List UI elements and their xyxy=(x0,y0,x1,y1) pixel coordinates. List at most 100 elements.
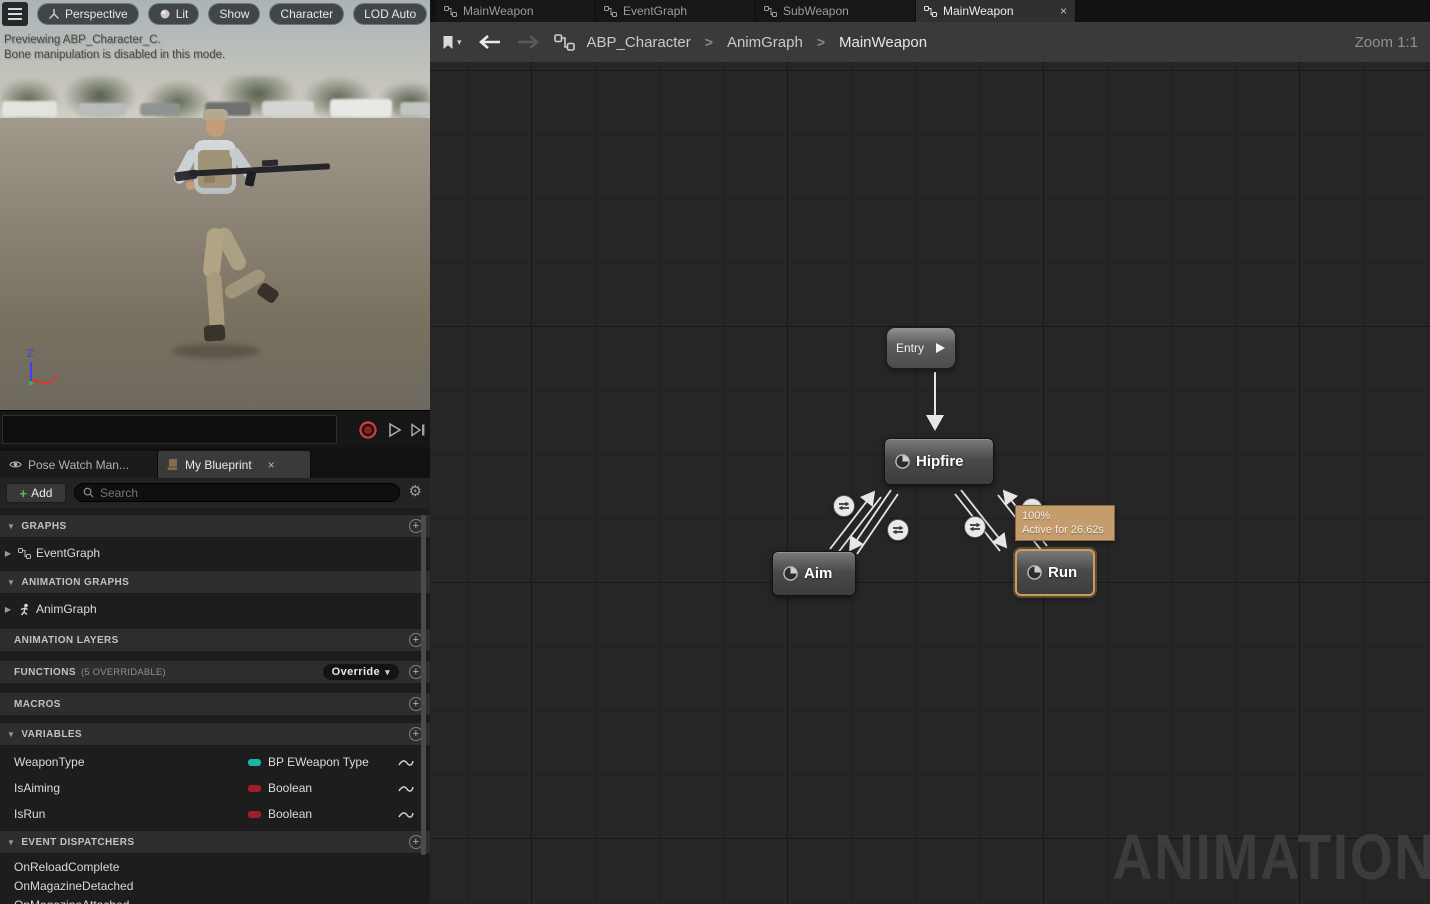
preview-viewport[interactable]: Previewing ABP_Character_C. Bone manipul… xyxy=(0,0,430,410)
preview-warning-text: Previewing ABP_Character_C. Bone manipul… xyxy=(4,33,225,63)
section-animation-graphs[interactable]: ▼ ANIMATION GRAPHS xyxy=(0,571,430,593)
animation-layers-header-label: ANIMATION LAYERS xyxy=(14,634,119,646)
play-button[interactable] xyxy=(385,421,403,439)
axis-x-label: X xyxy=(52,372,60,384)
tree-item-eventgraph[interactable]: ▶ EventGraph xyxy=(0,541,430,565)
timeline-scrubber[interactable] xyxy=(2,415,337,444)
pose-watch-icon xyxy=(9,461,22,468)
tab-pose-watch-manager[interactable]: Pose Watch Man... xyxy=(0,451,158,478)
step-forward-button[interactable] xyxy=(409,421,427,439)
viewport-menu-button[interactable] xyxy=(2,2,28,26)
section-functions[interactable]: FUNCTIONS (5 OVERRIDABLE) Override ▾ + xyxy=(0,661,430,683)
tab-my-blueprint-label: My Blueprint xyxy=(185,457,252,472)
close-icon[interactable]: × xyxy=(1060,4,1067,18)
section-animation-layers[interactable]: ANIMATION LAYERS + xyxy=(0,629,430,651)
variable-row-isrun[interactable]: IsRun Boolean xyxy=(0,801,430,827)
state-icon xyxy=(1027,565,1042,580)
collapse-arrow-icon[interactable]: ▼ xyxy=(7,578,15,587)
character-button[interactable]: Character xyxy=(269,3,345,25)
variable-type-label: BP EWeapon Type xyxy=(268,755,369,769)
breadcrumb-mainweapon[interactable]: MainWeapon xyxy=(839,34,927,51)
expand-arrow-icon[interactable]: ▶ xyxy=(3,549,13,558)
transition-rule-icon[interactable] xyxy=(833,495,855,517)
forward-button[interactable] xyxy=(516,34,540,50)
override-dropdown[interactable]: Override ▾ xyxy=(322,664,399,680)
breadcrumb-abp-character[interactable]: ABP_Character xyxy=(587,34,691,51)
close-icon[interactable]: × xyxy=(268,458,275,472)
doc-tab-label: MainWeapon xyxy=(943,4,1014,18)
collapse-arrow-icon[interactable]: ▼ xyxy=(7,838,15,847)
blueprint-book-icon xyxy=(167,459,177,470)
state-machine-canvas[interactable]: ANIMATION Entry Hipfire Aim Run 100% Act… xyxy=(430,22,1430,904)
graph-node-run[interactable]: Run xyxy=(1015,549,1095,596)
functions-header-label: FUNCTIONS xyxy=(14,666,76,678)
variable-row-weapontype[interactable]: WeaponType BP EWeapon Type xyxy=(0,749,430,775)
search-icon xyxy=(83,487,94,498)
tooltip-weight: 100% xyxy=(1022,510,1051,522)
add-button[interactable]: + Add xyxy=(6,483,66,503)
entry-output-pin-icon[interactable] xyxy=(935,342,946,354)
graph-breadcrumb-bar: ▾ ABP_Character > AnimGraph > MainWeapon… xyxy=(430,22,1430,62)
tree-item-animgraph[interactable]: ▶ AnimGraph xyxy=(0,597,430,621)
graph-node-hipfire[interactable]: Hipfire xyxy=(884,438,994,485)
state-icon xyxy=(783,566,798,581)
show-button[interactable]: Show xyxy=(208,3,261,25)
tab-my-blueprint[interactable]: My Blueprint × xyxy=(158,451,311,478)
graph-node-aim[interactable]: Aim xyxy=(772,551,856,596)
event-dispatcher-row[interactable]: OnMagazineDetached xyxy=(0,876,430,895)
graph-node-entry[interactable]: Entry xyxy=(886,327,956,369)
sidebar-tab-bar: Pose Watch Man... My Blueprint × xyxy=(0,447,430,478)
section-event-dispatchers[interactable]: ▼ EVENT DISPATCHERS + xyxy=(0,831,430,853)
timeline-bar xyxy=(0,410,430,447)
lit-button[interactable]: Lit xyxy=(147,3,200,25)
zoom-level-label: Zoom 1:1 xyxy=(1354,33,1418,51)
graph-icon xyxy=(553,33,575,52)
search-input[interactable] xyxy=(100,485,391,500)
state-icon xyxy=(895,454,910,469)
doc-tab-mainweapon-active[interactable]: MainWeapon × xyxy=(916,0,1076,22)
event-dispatcher-row[interactable]: OnReloadComplete xyxy=(0,857,430,876)
breadcrumb-animgraph[interactable]: AnimGraph xyxy=(727,34,803,51)
section-variables[interactable]: ▼ VARIABLES + xyxy=(0,723,430,745)
doc-tab-subweapon[interactable]: SubWeapon xyxy=(756,0,916,22)
collapse-arrow-icon[interactable]: ▼ xyxy=(7,522,15,531)
character-label: Character xyxy=(280,7,334,21)
perspective-button[interactable]: Perspective xyxy=(37,3,139,25)
section-macros[interactable]: MACROS + xyxy=(0,693,430,715)
dispatcher-label: OnReloadComplete xyxy=(14,859,120,874)
entry-node-label: Entry xyxy=(896,341,925,355)
section-graphs[interactable]: ▼ GRAPHS + xyxy=(0,515,430,537)
perspective-icon xyxy=(49,9,59,19)
variable-type-label: Boolean xyxy=(268,807,313,821)
variable-row-isaiming[interactable]: IsAiming Boolean xyxy=(0,775,430,801)
gear-icon[interactable]: ⚙ xyxy=(409,482,422,500)
override-label: Override xyxy=(331,666,381,678)
variables-header-label: VARIABLES xyxy=(21,728,82,740)
document-tab-bar: MainWeapon EventGraph SubWeapon MainWeap… xyxy=(430,0,1430,22)
doc-tab-mainweapon-1[interactable]: MainWeapon xyxy=(436,0,596,22)
sidebar-scrollbar[interactable] xyxy=(421,515,426,855)
doc-tab-label: SubWeapon xyxy=(783,4,849,18)
transition-rule-icon[interactable] xyxy=(887,519,909,541)
graph-tab-icon xyxy=(924,5,937,17)
variable-wave-icon xyxy=(398,757,414,771)
collapse-arrow-icon[interactable]: ▼ xyxy=(7,730,15,739)
record-button[interactable] xyxy=(359,421,377,439)
axis-z-label: Z xyxy=(27,348,34,360)
expand-arrow-icon[interactable]: ▶ xyxy=(3,605,13,614)
state-node-label: Aim xyxy=(804,565,833,582)
doc-tab-eventgraph[interactable]: EventGraph xyxy=(596,0,756,22)
event-dispatchers-header-label: EVENT DISPATCHERS xyxy=(21,836,135,848)
variable-type-pin xyxy=(248,784,261,792)
perspective-label: Perspective xyxy=(65,7,128,21)
event-dispatcher-row[interactable]: OnMagazineAttached xyxy=(0,895,430,904)
lit-label: Lit xyxy=(175,7,189,21)
bookmark-dropdown[interactable]: ▾ xyxy=(442,35,462,50)
add-button-label: Add xyxy=(31,486,53,500)
search-box[interactable] xyxy=(74,483,400,502)
animation-watermark: ANIMATION xyxy=(1112,821,1430,893)
lod-auto-button[interactable]: LOD Auto xyxy=(353,3,428,25)
transition-rule-icon[interactable] xyxy=(964,516,986,538)
back-button[interactable] xyxy=(478,34,502,50)
eventgraph-icon xyxy=(18,547,31,559)
